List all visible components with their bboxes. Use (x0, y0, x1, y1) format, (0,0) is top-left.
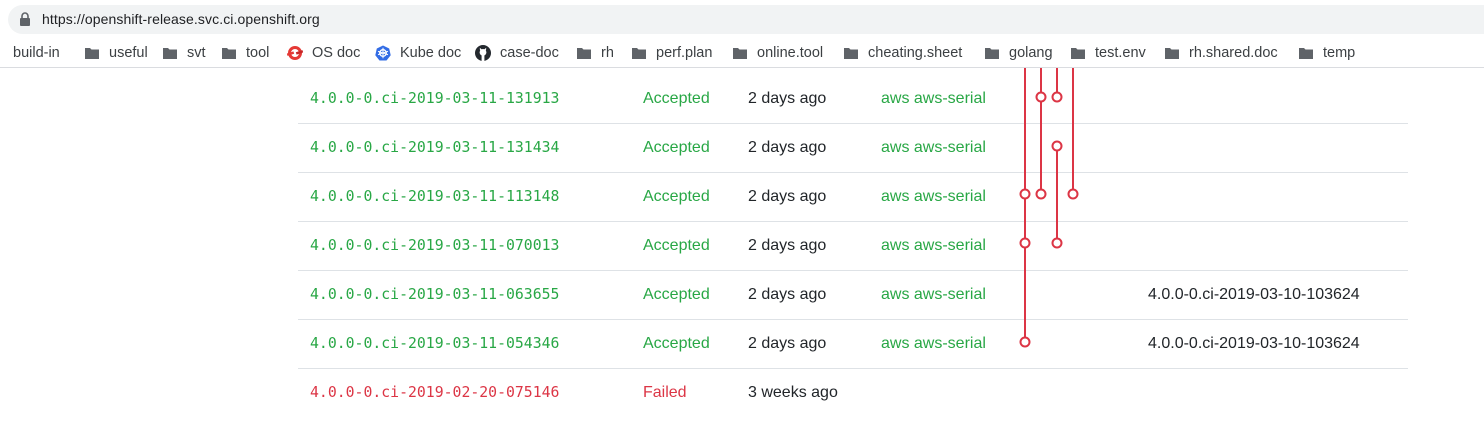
graph-node (1067, 188, 1079, 200)
graph-node (1051, 237, 1063, 249)
folder-icon (844, 47, 858, 59)
bookmark-label: perf.plan (656, 44, 713, 61)
bookmark-label: Kube doc (400, 44, 462, 61)
graph-node (1019, 188, 1031, 200)
url-text[interactable]: https://openshift-release.svc.ci.openshi… (42, 11, 320, 27)
bookmark-online-tool[interactable]: online.tool (732, 38, 823, 67)
folder-icon (632, 47, 646, 59)
upgrade-graph (1019, 68, 1079, 348)
bookmark-svt[interactable]: svt (162, 38, 206, 67)
bookmark-label: OS doc (312, 44, 361, 61)
bookmark-kube-doc[interactable]: Kube doc (375, 38, 461, 67)
bookmark-label: useful (109, 44, 148, 61)
folder-icon (163, 47, 177, 59)
bookmark-cheating-sheet[interactable]: cheating.sheet (843, 38, 962, 67)
bookmark-label: build-in (13, 44, 60, 61)
graph-node (1051, 140, 1063, 152)
folder-icon (85, 47, 99, 59)
folder-icon (1299, 47, 1313, 59)
bookmark-case-doc[interactable]: case-doc (475, 38, 559, 67)
graph-node (1035, 188, 1047, 200)
bookmark-test-env[interactable]: test.env (1070, 38, 1146, 67)
bookmark-useful[interactable]: useful (84, 38, 148, 67)
bookmark-label: case-doc (500, 44, 559, 61)
folder-icon (577, 47, 591, 59)
bookmark-perf-plan[interactable]: perf.plan (631, 38, 712, 67)
bookmark-tool[interactable]: tool (221, 38, 269, 67)
address-bar: https://openshift-release.svc.ci.openshi… (0, 0, 1484, 38)
bookmark-label: temp (1323, 44, 1356, 61)
folder-icon (1165, 47, 1179, 59)
folder-icon (222, 47, 236, 59)
graph-node (1019, 336, 1031, 348)
folder-icon (733, 47, 747, 59)
bookmark-temp[interactable]: temp (1298, 38, 1355, 67)
openshift-logo-icon (287, 45, 303, 60)
bookmark-label: online.tool (757, 44, 824, 61)
bookmark-label: cheating.sheet (868, 44, 963, 61)
github-logo-icon (475, 44, 491, 61)
bookmark-label: golang (1009, 44, 1053, 61)
bookmark-rh[interactable]: rh (576, 38, 614, 67)
lock-icon (20, 12, 30, 26)
bookmark-build-in[interactable]: build-in (0, 38, 60, 67)
bookmark-golang[interactable]: golang (984, 38, 1053, 67)
bookmarks-bar: build-in useful svt tool OS doc Kube doc (0, 38, 1484, 68)
kubernetes-logo-icon (375, 45, 391, 60)
folder-icon (1071, 47, 1085, 59)
graph-node (1051, 91, 1063, 103)
bookmark-label: svt (187, 44, 206, 61)
bookmark-label: test.env (1095, 44, 1146, 61)
bookmark-label: rh (601, 44, 614, 61)
folder-icon (985, 47, 999, 59)
bookmark-label: tool (246, 44, 270, 61)
bookmark-os-doc[interactable]: OS doc (287, 38, 360, 67)
release-table: 4.0.0-0.ci-2019-03-11-131913 Accepted 2 … (0, 68, 1484, 421)
graph-node (1019, 237, 1031, 249)
bookmark-rh-shared-doc[interactable]: rh.shared.doc (1164, 38, 1278, 67)
graph-node (1035, 91, 1047, 103)
bookmark-label: rh.shared.doc (1189, 44, 1278, 61)
